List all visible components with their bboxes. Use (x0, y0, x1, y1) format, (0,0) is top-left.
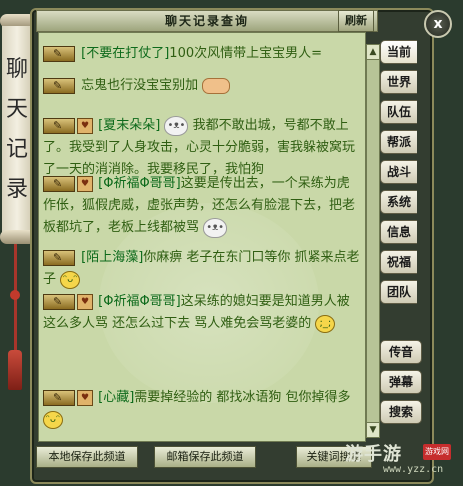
search-button[interactable]: 搜索 (380, 400, 422, 424)
heart-badge-icon: ♥ (77, 175, 93, 192)
bear-emote-icon: •ᴥ• (164, 115, 189, 136)
chat-log-window: { "window": { "title": "聊天记录查询", "refres… (0, 0, 463, 486)
tab-team[interactable]: 队伍 (380, 100, 417, 124)
speech-bubble-icon (43, 173, 75, 195)
scroll-up-icon[interactable]: ▲ (366, 44, 380, 60)
message-text: 忘鬼也行没宝宝别加 (81, 78, 199, 93)
smile-emote-icon: ᵔᴗᵔ (43, 410, 63, 429)
sender-name[interactable]: [陌上海藻] (81, 250, 143, 265)
danmaku-button[interactable]: 弹幕 (380, 370, 422, 394)
tab-current[interactable]: 当前 (380, 40, 417, 64)
tab-system[interactable]: 系统 (380, 190, 417, 214)
sender-name[interactable]: [夏末朵朵] (98, 118, 160, 133)
smile-emote-icon: ᵔᴗᵔ (60, 270, 81, 289)
heart-badge-icon: ♥ (77, 389, 93, 406)
save-local-button[interactable]: 本地保存此频道 (36, 446, 138, 468)
whisper-button[interactable]: 传音 (380, 340, 422, 364)
site-watermark: 游手游 游戏网 www.yzz.cn (335, 438, 455, 482)
scroll-title: 聊天记录 (5, 57, 28, 202)
watermark-url: www.yzz.cn (383, 464, 444, 475)
watermark-brand: 游手游 (345, 444, 402, 465)
speech-bubble-icon (43, 247, 75, 269)
close-button[interactable]: x (424, 10, 452, 38)
message-text: 需要掉经验的 都找冰语狗 包你掉得多 (134, 390, 351, 405)
heart-badge-icon: ♥ (77, 117, 93, 134)
speech-bubble-icon (43, 291, 75, 313)
chat-message: ♥ [心藏]需要掉经验的 都找冰语狗 包你掉得多 ᵔᴗᵔ (43, 387, 361, 431)
speech-bubble-icon (43, 115, 75, 137)
chat-message: 忘鬼也行没宝宝别加 (43, 75, 361, 97)
watermark-badge: 游戏网 (423, 444, 451, 460)
crying-emote-icon: ;_; (315, 314, 336, 333)
chat-message: ♥ [夏末朵朵] •ᴥ• 我都不敢出城，号都不敢上了。我受到了人身攻击，心灵十分… (43, 115, 361, 181)
chat-message: ♥ [Φ祈福Φ哥哥]这要是传出去，一个呆练为虎作伥，狐假虎威，虚张声势，还怎么有… (43, 173, 361, 239)
message-text: 100次风情带上宝宝男人= (169, 46, 323, 61)
sender-name[interactable]: [心藏] (98, 390, 134, 405)
bear-emote-icon: •ᴥ• (203, 217, 228, 238)
heart-badge-icon: ♥ (77, 293, 93, 310)
refresh-button[interactable]: 刷新 (338, 10, 374, 32)
speech-bubble-icon (43, 387, 75, 409)
chat-message: ♥ [Φ祈福Φ哥哥]这呆练的媳妇要是知道男人被这么多人骂 还怎么过下去 骂人难免… (43, 291, 361, 335)
title-bar: 聊天记录查询 (36, 10, 378, 32)
tab-guild[interactable]: 帮派 (380, 130, 417, 154)
scroll-down-icon[interactable]: ▼ (366, 422, 380, 438)
speech-bubble-icon (43, 75, 75, 97)
speech-bubble-icon (43, 43, 75, 65)
window-title: 聊天记录查询 (164, 14, 249, 28)
tab-world[interactable]: 世界 (380, 70, 417, 94)
sender-name[interactable]: [Φ祈福Φ哥哥] (98, 176, 181, 191)
chat-message: [陌上海藻]你麻痹 老子在东门口等你 抓紧来点老子 ᵔᴗᵔ (43, 247, 361, 291)
tassel-icon (8, 350, 22, 390)
chat-log: [不要在打仗了]100次风情带上宝宝男人= 忘鬼也行没宝宝别加 ♥ [夏末朵朵]… (38, 32, 366, 442)
chat-scrollbar[interactable] (366, 44, 380, 438)
save-mail-button[interactable]: 邮箱保存此频道 (154, 446, 256, 468)
handshake-emote-icon (202, 77, 231, 94)
tab-blessing[interactable]: 祝福 (380, 250, 417, 274)
sender-name[interactable]: [Φ祈福Φ哥哥] (98, 294, 181, 309)
sender-name[interactable]: [不要在打仗了] (81, 46, 169, 61)
tab-battle[interactable]: 战斗 (380, 160, 417, 184)
tab-group[interactable]: 团队 (380, 280, 417, 304)
tassel-knot (10, 290, 20, 300)
chat-message: [不要在打仗了]100次风情带上宝宝男人= (43, 43, 361, 65)
tab-info[interactable]: 信息 (380, 220, 417, 244)
